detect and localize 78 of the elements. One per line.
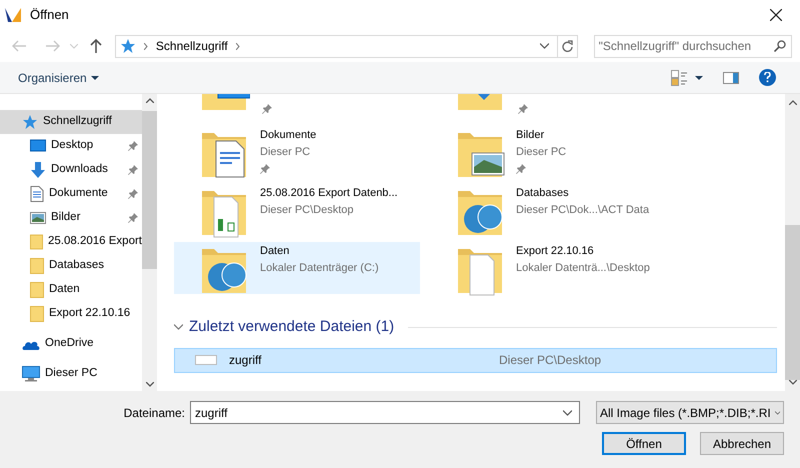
sidebar-item[interactable]: Downloads bbox=[0, 158, 142, 182]
sidebar-item[interactable]: 25.08.2016 Export bbox=[0, 230, 142, 254]
sidebar-item[interactable]: Desktop bbox=[0, 134, 142, 158]
chevron-down-icon bbox=[540, 43, 549, 49]
scrollbar[interactable] bbox=[785, 94, 800, 391]
star-icon bbox=[120, 38, 136, 54]
address-bar[interactable]: Schnellzugriff bbox=[114, 34, 578, 58]
sidebar-item[interactable]: Daten bbox=[0, 278, 142, 302]
filename-label: Dateiname: bbox=[122, 404, 186, 422]
chevron-down-icon bbox=[146, 382, 154, 387]
folder-icon bbox=[30, 306, 44, 322]
monitor-icon bbox=[30, 139, 46, 153]
refresh-icon bbox=[562, 40, 573, 52]
cancel-button[interactable]: Abbrechen bbox=[700, 432, 784, 455]
search-field[interactable]: "Schnellzugriff" durchsuchen bbox=[594, 34, 792, 58]
sidebar-item[interactable]: OneDrive bbox=[0, 332, 142, 356]
chevron-down-icon bbox=[70, 44, 78, 48]
down-arrow-icon bbox=[30, 162, 46, 178]
computer-icon bbox=[22, 366, 40, 382]
group-heading: Zuletzt verwendete Dateien (1) bbox=[189, 317, 394, 337]
chevron-down-icon bbox=[563, 410, 572, 416]
file-icon bbox=[195, 355, 217, 365]
picture-icon bbox=[30, 211, 46, 225]
folder-tile[interactable]: Bilder Dieser PC bbox=[430, 126, 700, 178]
help-button[interactable] bbox=[759, 69, 776, 86]
chevron-down-icon bbox=[174, 324, 183, 330]
group-toggle[interactable] bbox=[174, 324, 183, 330]
chevron-down-icon bbox=[774, 410, 780, 416]
sidebar-item[interactable]: Dokumente bbox=[0, 182, 142, 206]
organize-menu-button[interactable]: Organisieren bbox=[18, 68, 99, 86]
chevron-right-icon bbox=[236, 42, 240, 50]
sidebar-item[interactable]: Schnellzugriff bbox=[0, 110, 142, 134]
sidebar-item[interactable]: Databases bbox=[0, 254, 142, 278]
open-button[interactable]: Öffnen bbox=[602, 432, 686, 455]
pin-icon bbox=[128, 189, 138, 199]
view-options-button[interactable] bbox=[671, 70, 703, 86]
folder-tile[interactable]: Dokumente Dieser PC bbox=[174, 126, 420, 178]
caret-icon bbox=[90, 76, 99, 80]
pin-icon bbox=[128, 165, 138, 175]
help-icon bbox=[764, 72, 771, 83]
preview-pane-button[interactable] bbox=[723, 72, 739, 84]
document-icon bbox=[30, 186, 44, 202]
sidebar-item[interactable]: Bilder bbox=[0, 206, 142, 230]
sidebar-item[interactable]: Dieser PC bbox=[0, 362, 142, 386]
pin-icon bbox=[260, 164, 270, 174]
folder-icon bbox=[30, 258, 44, 274]
folder-tile[interactable]: 25.08.2016 Export Datenb... Dieser PC\Desktop bbox=[174, 184, 420, 236]
pin-icon bbox=[128, 213, 138, 223]
star-icon bbox=[22, 114, 38, 130]
filename-field[interactable]: zugriff bbox=[190, 401, 580, 424]
right-arrow-icon bbox=[46, 40, 60, 52]
details-view-icon bbox=[671, 70, 687, 86]
scrollbar[interactable] bbox=[142, 94, 157, 391]
file-type-dropdown[interactable]: All Image files (*.BMP;*.DIB;*.RI bbox=[596, 401, 784, 424]
window-title: Öffnen bbox=[30, 6, 69, 24]
chevron-right-icon bbox=[144, 42, 148, 50]
folder-tile[interactable]: Databases Dieser PC\Dok...\ACT Data bbox=[430, 184, 700, 236]
file-row[interactable]: zugriff Dieser PC\Desktop bbox=[174, 348, 777, 372]
pin-icon bbox=[128, 141, 138, 151]
close-icon bbox=[770, 9, 782, 21]
pane-icon bbox=[723, 72, 739, 84]
caret-icon bbox=[695, 76, 703, 80]
chevron-up-icon bbox=[788, 100, 796, 105]
sidebar-item[interactable]: Export 22.10.16 bbox=[0, 302, 142, 326]
search-icon bbox=[774, 40, 786, 52]
pin-icon bbox=[516, 164, 526, 174]
app-logo-icon bbox=[4, 6, 22, 24]
folder-icon bbox=[30, 282, 44, 298]
chevron-up-icon bbox=[146, 98, 154, 103]
pin-icon bbox=[262, 104, 272, 114]
up-arrow-icon bbox=[90, 39, 102, 53]
folder-icon bbox=[30, 234, 43, 250]
left-arrow-icon bbox=[12, 40, 26, 52]
chevron-down-icon bbox=[788, 380, 796, 386]
folder-tile[interactable]: Export 22.10.16 Lokaler Datenträ...\Desktop bbox=[430, 242, 700, 294]
folder-tile[interactable]: Daten Lokaler Datenträger (C:) bbox=[174, 242, 420, 294]
breadcrumb[interactable]: Schnellzugriff bbox=[156, 37, 228, 55]
pin-icon bbox=[518, 104, 528, 114]
